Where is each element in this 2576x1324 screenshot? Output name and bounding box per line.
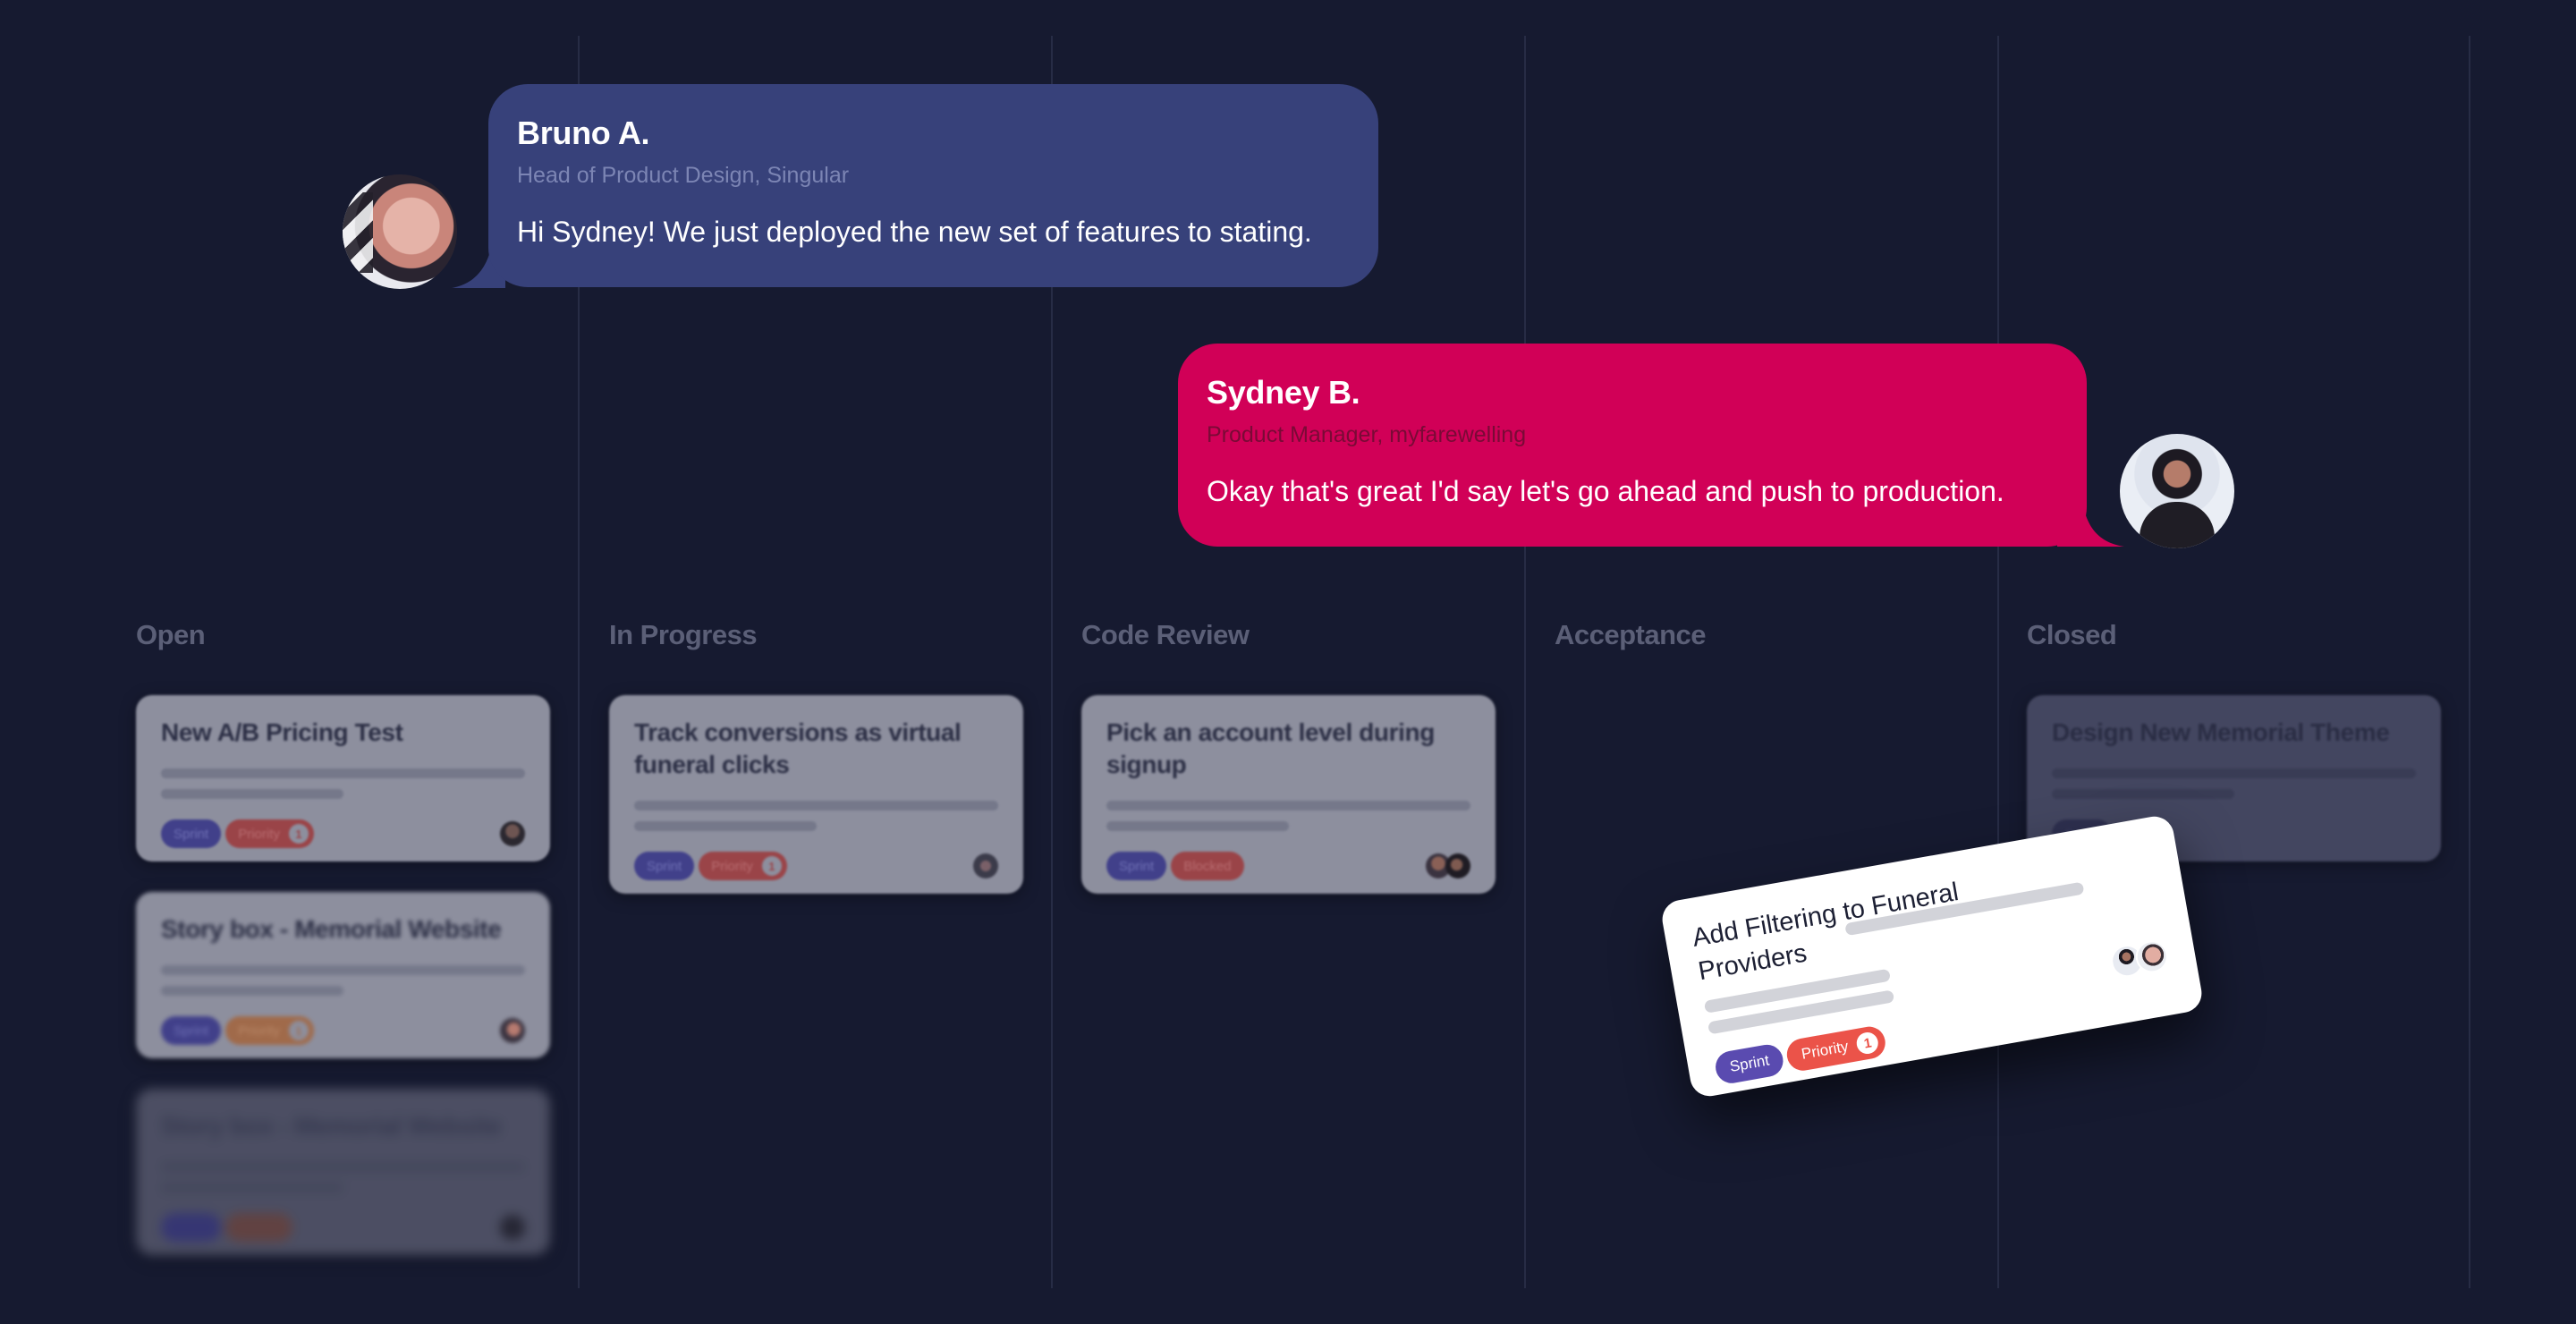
card-title: Design New Memorial Theme — [2052, 718, 2390, 746]
tag-priority[interactable]: Priority — [225, 1213, 292, 1242]
description-placeholder — [1106, 821, 1289, 831]
card-title: Track conversions as virtual funeral cli… — [634, 718, 962, 778]
assignee-avatar[interactable] — [973, 853, 998, 878]
task-card[interactable]: Pick an account level during signup Spri… — [1081, 695, 1496, 894]
card-title: New A/B Pricing Test — [161, 718, 403, 746]
task-card[interactable]: Track conversions as virtual funeral cli… — [609, 695, 1023, 894]
avatar-bruno — [343, 174, 457, 289]
description-placeholder — [2052, 768, 2416, 778]
message-text: Okay that's great I'd say let's go ahead… — [1207, 475, 2004, 507]
description-placeholder — [634, 801, 998, 811]
priority-count: 1 — [1855, 1031, 1880, 1056]
description-placeholder — [1106, 801, 1470, 811]
tag-label: Priority — [1800, 1037, 1850, 1063]
task-card[interactable]: New A/B Pricing Test Sprint Priority 1 — [136, 695, 550, 861]
tag-label: Priority — [238, 1023, 280, 1039]
tag-label: Priority — [711, 858, 753, 874]
priority-count: 1 — [288, 1021, 309, 1040]
card-title: Story box - Memorial Website — [161, 1112, 502, 1140]
tag-sprint[interactable]: Sprint — [1106, 852, 1167, 880]
column-header-acceptance: Acceptance — [1555, 619, 1707, 650]
description-placeholder — [161, 1162, 525, 1172]
tag-blocked[interactable]: Blocked — [1171, 852, 1244, 880]
card-tags: Sprint Blocked — [1106, 851, 1470, 881]
tag-sprint[interactable]: Sprint — [161, 1213, 222, 1242]
card-title: Story box - Memorial Website — [161, 915, 502, 943]
column-divider — [1524, 36, 1526, 1288]
tag-label: Priority — [238, 826, 280, 842]
column-divider — [1997, 36, 1999, 1288]
description-placeholder — [161, 768, 525, 778]
chat-bubble: Sydney B. Product Manager, myfarewelling… — [1178, 344, 2087, 547]
tag-sprint[interactable]: Sprint — [161, 819, 222, 848]
column-header-open: Open — [136, 619, 206, 650]
task-card[interactable]: Story box - Memorial Website Sprint Prio… — [136, 892, 550, 1058]
card-title: Pick an account level during signup — [1106, 718, 1435, 778]
task-card[interactable]: Story box - Memorial Website Sprint Prio… — [136, 1089, 550, 1255]
dragged-task-card[interactable]: Add Filtering to Funeral Providers Sprin… — [1659, 813, 2205, 1099]
sender-name: Sydney B. — [1207, 374, 1360, 411]
tag-priority[interactable]: Priority 1 — [699, 852, 787, 880]
card-tags: Sprint Priority 1 — [161, 1015, 525, 1046]
assignee-avatar[interactable] — [500, 1215, 525, 1240]
avatar-sydney — [2120, 434, 2234, 548]
description-placeholder — [161, 965, 525, 975]
assignee-avatar[interactable] — [1445, 853, 1470, 878]
tag-priority[interactable]: Priority 1 — [1784, 1023, 1888, 1074]
column-header-code-review: Code Review — [1081, 619, 1250, 650]
tag-sprint[interactable]: Sprint — [161, 1016, 222, 1045]
description-placeholder — [2052, 789, 2234, 799]
tag-sprint[interactable]: Sprint — [634, 852, 695, 880]
tag-sprint[interactable]: Sprint — [1713, 1041, 1786, 1086]
description-placeholder — [161, 789, 343, 799]
column-header-in-progress: In Progress — [609, 619, 758, 650]
tag-priority[interactable]: Priority 1 — [225, 1016, 314, 1045]
sender-role: Head of Product Design, Singular — [517, 163, 850, 188]
card-tags: Sprint Priority 1 — [161, 819, 525, 849]
tag-priority[interactable]: Priority 1 — [225, 819, 314, 848]
column-divider — [2469, 36, 2470, 1288]
description-placeholder — [161, 986, 343, 996]
chat-bubble: Bruno A. Head of Product Design, Singula… — [488, 84, 1378, 287]
priority-count: 1 — [288, 824, 309, 844]
sender-name: Bruno A. — [517, 115, 650, 151]
sender-role: Product Manager, myfarewelling — [1207, 422, 1527, 447]
priority-count: 1 — [761, 856, 782, 876]
description-placeholder — [161, 1183, 343, 1192]
assignee-avatar[interactable] — [500, 821, 525, 846]
card-tags: Sprint Priority 1 — [634, 851, 998, 881]
description-placeholder — [634, 821, 817, 831]
card-tags: Sprint Priority — [161, 1212, 525, 1243]
column-header-closed: Closed — [2027, 619, 2117, 650]
message-text: Hi Sydney! We just deployed the new set … — [517, 216, 1312, 248]
assignee-avatar[interactable] — [500, 1018, 525, 1043]
